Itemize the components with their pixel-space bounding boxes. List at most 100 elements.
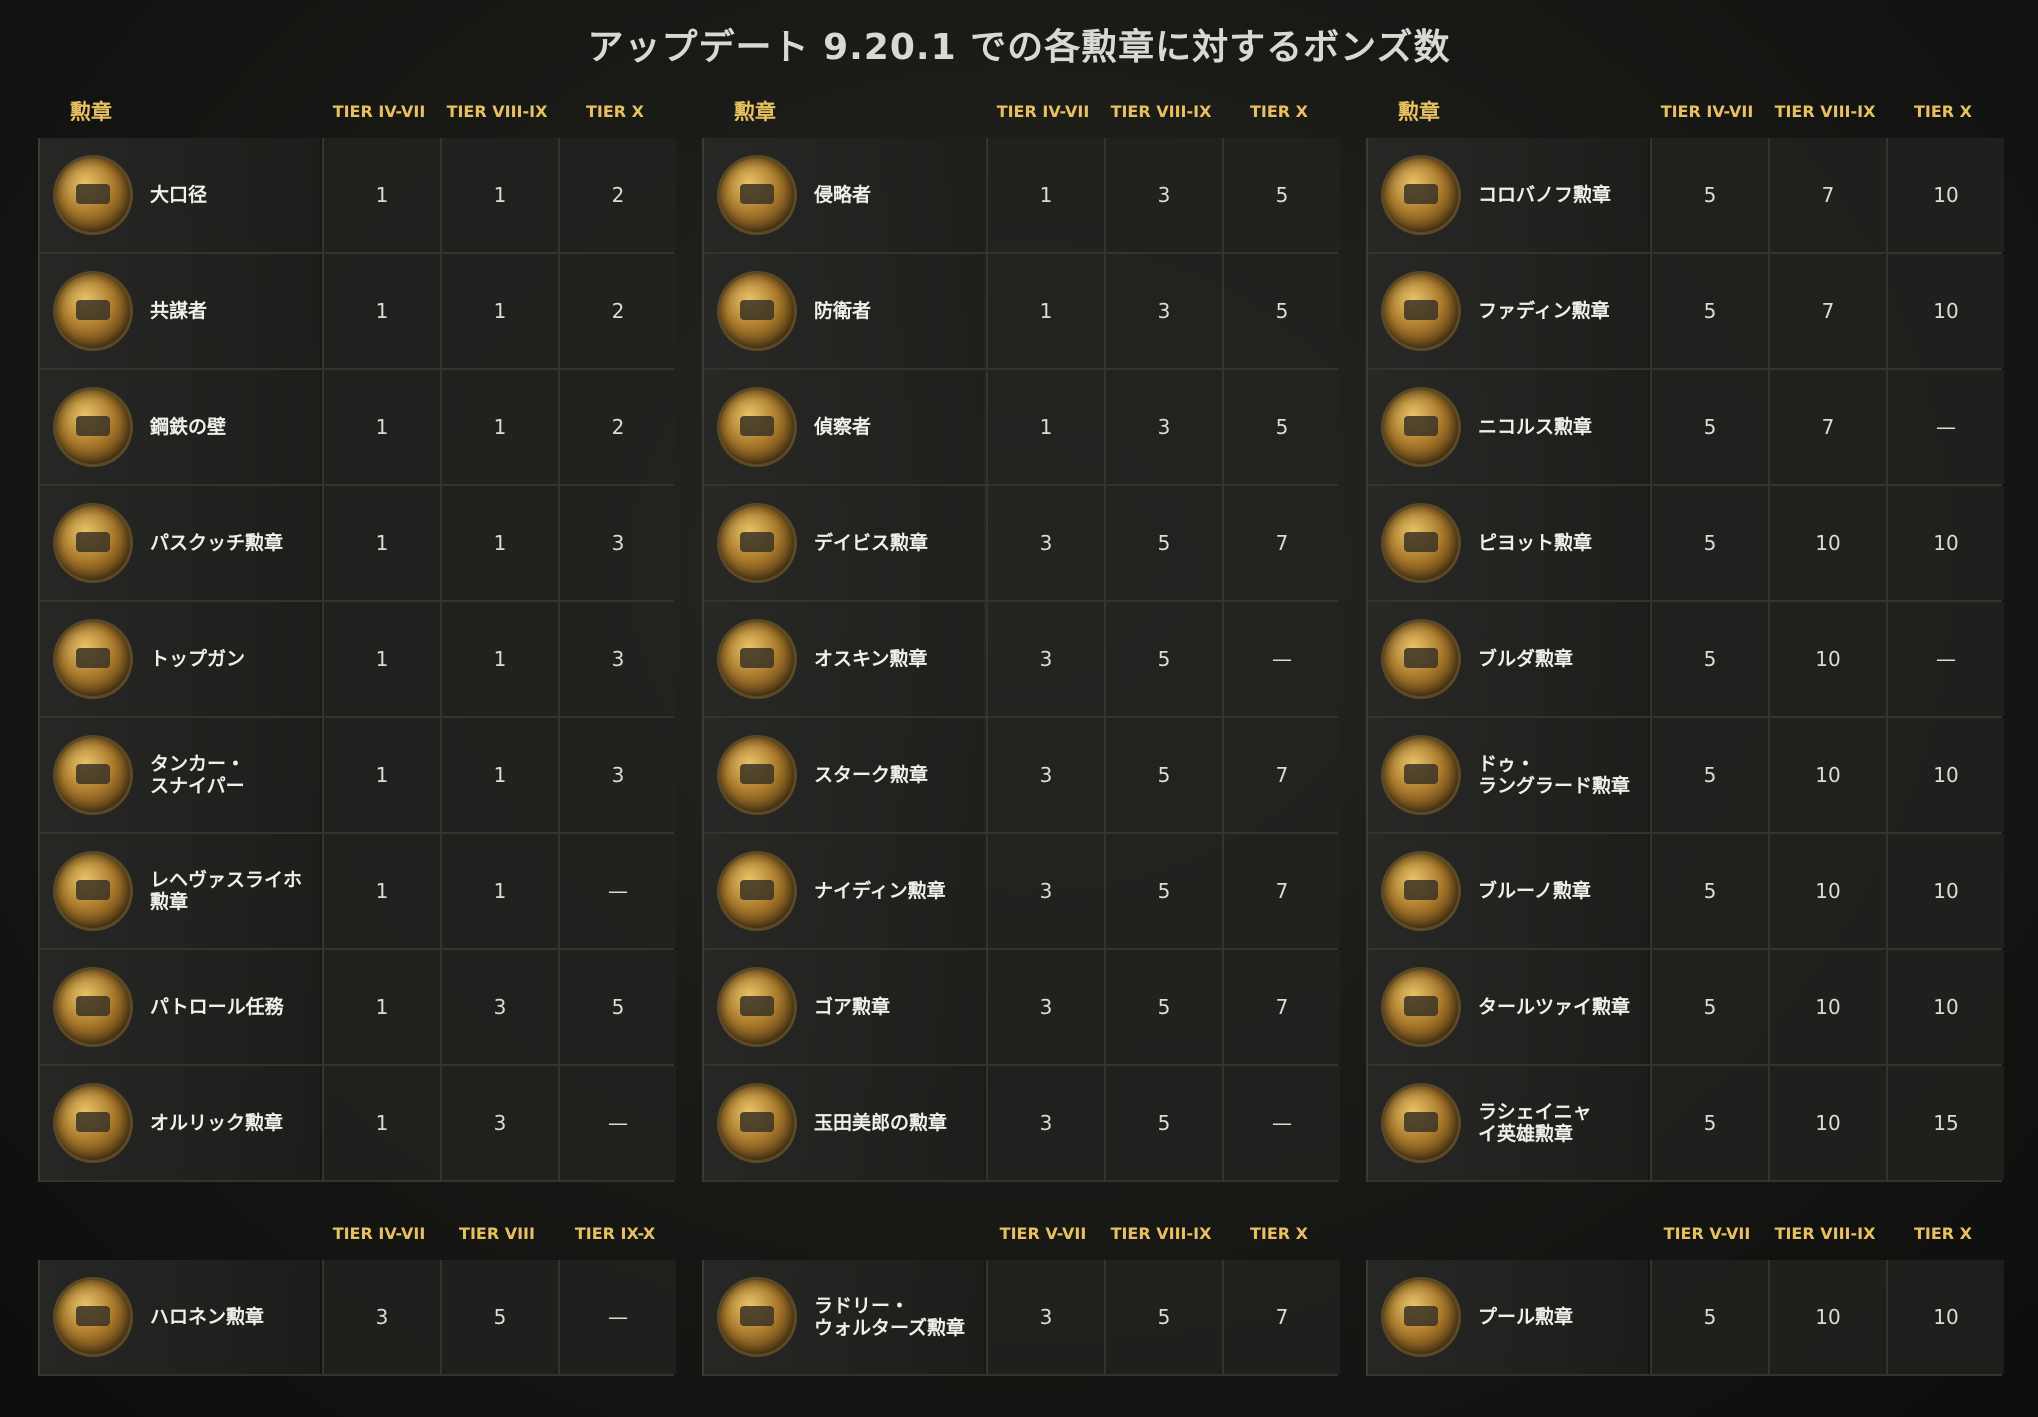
bonds-value-v2: 10 xyxy=(1768,486,1886,600)
medal-icon xyxy=(56,274,130,348)
bonds-value-v2: 1 xyxy=(440,834,558,948)
bonds-value-v3: — xyxy=(1886,602,2004,716)
medal-row: 鋼鉄の壁 1 1 2 xyxy=(40,370,676,486)
bonds-value-v1: 5 xyxy=(1650,370,1768,484)
bonds-value-v2: 5 xyxy=(1104,1260,1222,1374)
bonds-value-v3: 3 xyxy=(558,486,676,600)
medal-icon xyxy=(56,390,130,464)
medal-name-cell: タールツァイ勲章 xyxy=(1368,950,1648,1064)
bonds-value-v2: 10 xyxy=(1768,950,1886,1064)
bonds-value-v3: — xyxy=(558,834,676,948)
header-tier-t3: TIER X xyxy=(1913,102,1973,121)
medal-name: パスクッチ勲章 xyxy=(150,532,284,554)
bonds-value-v3: 7 xyxy=(1222,1260,1340,1374)
medal-name: タールツァイ勲章 xyxy=(1478,996,1631,1018)
bonds-value-v1: 5 xyxy=(1650,1066,1768,1180)
medal-name-cell: 共謀者 xyxy=(40,254,320,368)
page-title: アップデート 9.20.1 での各勲章に対するボンズ数 xyxy=(587,27,1451,68)
bonds-value-v2: 1 xyxy=(440,254,558,368)
header-tier-t1: TIER V-VII xyxy=(999,1224,1087,1243)
bonds-value-v2: 5 xyxy=(1104,602,1222,716)
medal-icon xyxy=(720,1280,794,1354)
medal-name: オスキン勲章 xyxy=(814,648,928,670)
medal-icon xyxy=(720,158,794,232)
medal-row: プール勲章 5 10 10 xyxy=(1368,1260,2004,1376)
bonds-value-v2: 1 xyxy=(440,718,558,832)
bonds-value-v3: 2 xyxy=(558,254,676,368)
bonds-value-v2: 3 xyxy=(440,1066,558,1180)
bonds-value-v1: 5 xyxy=(1650,718,1768,832)
bonds-value-v3: 10 xyxy=(1886,138,2004,252)
medal-name-cell: ゴア勲章 xyxy=(704,950,984,1064)
medal-name: コロバノフ勲章 xyxy=(1478,184,1612,206)
medal-row: 偵察者 1 3 5 xyxy=(704,370,1340,486)
medal-row: ゴア勲章 3 5 7 xyxy=(704,950,1340,1066)
medal-icon xyxy=(1384,390,1458,464)
medal-icon xyxy=(56,1280,130,1354)
medal-name-cell: プール勲章 xyxy=(1368,1260,1648,1374)
medal-name: ニコルス勲章 xyxy=(1478,416,1593,438)
medal-row: ラドリー・ ウォルターズ勲章 3 5 7 xyxy=(704,1260,1340,1376)
medal-name: トップガン xyxy=(150,648,246,670)
medal-name: ピヨット勲章 xyxy=(1478,532,1593,554)
header-tier-t1: TIER IV-VII xyxy=(996,102,1090,121)
medal-row: タールツァイ勲章 5 10 10 xyxy=(1368,950,2004,1066)
medal-name-cell: スターク勲章 xyxy=(704,718,984,832)
medal-name-cell: デイビス勲章 xyxy=(704,486,984,600)
medal-row: 玉田美郎の勲章 3 5— xyxy=(704,1066,1340,1182)
bonds-value-v2: 3 xyxy=(1104,138,1222,252)
medal-name: オルリック勲章 xyxy=(150,1112,284,1134)
medal-row: ピヨット勲章 5 10 10 xyxy=(1368,486,2004,602)
medal-name: ラシェイニャ イ英雄勲章 xyxy=(1478,1101,1592,1145)
bonds-value-v2: 7 xyxy=(1768,370,1886,484)
medal-name-cell: ファディン勲章 xyxy=(1368,254,1648,368)
bonds-value-v1: 1 xyxy=(322,486,440,600)
medal-icon xyxy=(720,506,794,580)
medal-name: ファディン勲章 xyxy=(1478,300,1610,322)
bonds-value-v3: 7 xyxy=(1222,834,1340,948)
bonds-value-v3: 7 xyxy=(1222,486,1340,600)
medal-row: タンカー・ スナイパー 1 1 3 xyxy=(40,718,676,834)
bonds-value-v1: 1 xyxy=(986,138,1104,252)
header-tier-t3: TIER X xyxy=(1913,1224,1973,1243)
bonds-value-v3: — xyxy=(1222,602,1340,716)
medal-name: 防衛者 xyxy=(814,300,872,322)
medal-name-cell: コロバノフ勲章 xyxy=(1368,138,1648,252)
medal-name-cell: ラドリー・ ウォルターズ勲章 xyxy=(704,1260,984,1374)
medal-name: ゴア勲章 xyxy=(814,996,891,1018)
medal-name: スターク勲章 xyxy=(814,764,929,786)
bonds-value-v3: 10 xyxy=(1886,254,2004,368)
bonds-value-v1: 5 xyxy=(1650,138,1768,252)
bonds-value-v2: 5 xyxy=(1104,718,1222,832)
medal-rows: ハロネン勲章 3 5— xyxy=(38,1260,676,1376)
medal-row: オスキン勲章 3 5— xyxy=(704,602,1340,718)
medal-row: 侵略者 1 3 5 xyxy=(704,138,1340,254)
medal-row: パトロール任務 1 3 5 xyxy=(40,950,676,1066)
bonds-value-v2: 10 xyxy=(1768,834,1886,948)
bonds-value-v1: 1 xyxy=(322,1066,440,1180)
medal-name-cell: レヘヴァスライホ 勲章 xyxy=(40,834,320,948)
medal-icon xyxy=(56,854,130,928)
bonds-value-v3: 2 xyxy=(558,138,676,252)
medal-panel: 勲章 TIER IV-VII TIER VIII-IX TIER X コロバノフ勲章 5 7… xyxy=(1366,90,2004,1182)
medal-name-cell: トップガン xyxy=(40,602,320,716)
bonds-value-v3: — xyxy=(1222,1066,1340,1180)
bonds-value-v3: 5 xyxy=(558,950,676,1064)
bonds-value-v1: 3 xyxy=(986,1066,1104,1180)
bonds-value-v3: 5 xyxy=(1222,370,1340,484)
header-tier-t2: TIER VIII-IX xyxy=(446,102,548,121)
bonds-value-v1: 1 xyxy=(986,254,1104,368)
medal-name: タンカー・ スナイパー xyxy=(150,753,246,797)
header-tier-t1: TIER IV-VII xyxy=(332,1224,426,1243)
bonds-value-v3: 3 xyxy=(558,602,676,716)
bonds-value-v2: 3 xyxy=(1104,370,1222,484)
bonds-value-v1: 1 xyxy=(322,370,440,484)
medal-name: デイビス勲章 xyxy=(814,532,929,554)
medal-name-cell: ハロネン勲章 xyxy=(40,1260,320,1374)
bonds-value-v1: 3 xyxy=(986,602,1104,716)
medal-name-cell: ナイディン勲章 xyxy=(704,834,984,948)
medal-icon xyxy=(1384,506,1458,580)
medal-row: スターク勲章 3 5 7 xyxy=(704,718,1340,834)
medal-name: レヘヴァスライホ 勲章 xyxy=(150,869,303,913)
medal-row: コロバノフ勲章 5 7 10 xyxy=(1368,138,2004,254)
